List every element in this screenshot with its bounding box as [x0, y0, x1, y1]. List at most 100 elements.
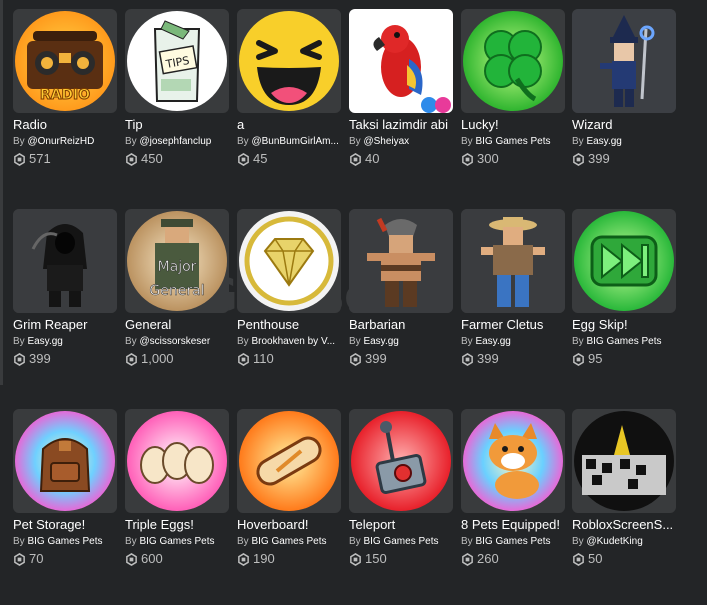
red-parrot-icon [349, 9, 453, 113]
wizard-avatar-icon [572, 9, 676, 113]
item-card[interactable]: Pet Storage! By BIG Games Pets 70 [13, 409, 119, 567]
item-card[interactable]: Penthouse By Brookhaven by V... 110 [237, 209, 343, 367]
item-thumbnail[interactable]: Major General [125, 209, 229, 313]
item-name[interactable]: RobloxScreenS... [572, 516, 676, 534]
item-creator[interactable]: By Easy.gg [13, 334, 117, 350]
item-name[interactable]: General [125, 316, 229, 334]
item-thumbnail[interactable]: TIPS [125, 9, 229, 113]
item-name[interactable]: Pet Storage! [13, 516, 117, 534]
item-price: 399 [349, 351, 455, 367]
item-creator[interactable]: By Easy.gg [461, 334, 565, 350]
item-card[interactable]: RADIO Radio By @OnurReizHD 571 [13, 9, 119, 167]
item-thumbnail[interactable] [125, 409, 229, 513]
item-name[interactable]: Barbarian [349, 316, 453, 334]
item-card[interactable]: Major General General By @scissorskeser … [125, 209, 231, 367]
item-creator[interactable]: By Easy.gg [572, 134, 676, 150]
item-thumbnail[interactable] [461, 409, 565, 513]
item-card[interactable]: Egg Skip! By BIG Games Pets 95 [572, 209, 678, 367]
item-name[interactable]: a [237, 116, 341, 134]
item-thumbnail[interactable] [237, 209, 341, 313]
item-card[interactable]: RobloxScreenS... By @KudetKing 50 [572, 409, 678, 567]
item-thumbnail[interactable] [572, 9, 676, 113]
item-creator[interactable]: By Brookhaven by V... [237, 334, 341, 350]
item-thumbnail[interactable] [237, 9, 341, 113]
item-price: 95 [572, 351, 678, 367]
item-card[interactable]: Wizard By Easy.gg 399 [572, 9, 678, 167]
item-card[interactable]: a By @BunBumGirlAm... 45 [237, 9, 343, 167]
item-thumbnail[interactable] [13, 409, 117, 513]
item-creator[interactable]: By BIG Games Pets [349, 534, 453, 550]
item-thumbnail[interactable] [349, 409, 453, 513]
item-name[interactable]: Wizard [572, 116, 676, 134]
item-creator[interactable]: By @scissorskeser [125, 334, 229, 350]
item-thumbnail[interactable] [572, 409, 676, 513]
item-creator[interactable]: By @BunBumGirlAm... [237, 134, 341, 150]
item-creator[interactable]: By BIG Games Pets [461, 134, 565, 150]
robux-icon [462, 352, 473, 366]
item-creator[interactable]: By BIG Games Pets [237, 534, 341, 550]
diamond-icon [239, 211, 339, 311]
item-thumbnail[interactable] [349, 9, 453, 113]
item-name[interactable]: Radio [13, 116, 117, 134]
robux-icon [126, 552, 137, 566]
item-card[interactable]: 8 Pets Equipped! By BIG Games Pets 260 [461, 409, 567, 567]
item-creator[interactable]: By Easy.gg [349, 334, 453, 350]
item-name[interactable]: 8 Pets Equipped! [461, 516, 565, 534]
robux-icon [238, 152, 249, 166]
robux-icon [126, 352, 137, 366]
item-name[interactable]: Farmer Cletus [461, 316, 565, 334]
item-card[interactable]: Barbarian By Easy.gg 399 [349, 209, 455, 367]
robux-icon [573, 152, 584, 166]
item-creator[interactable]: By @KudetKing [572, 534, 676, 550]
item-card[interactable]: Grim Reaper By Easy.gg 399 [13, 209, 119, 367]
item-creator[interactable]: By BIG Games Pets [13, 534, 117, 550]
item-name[interactable]: Tip [125, 116, 229, 134]
item-thumbnail[interactable] [461, 209, 565, 313]
robux-icon [14, 552, 25, 566]
item-price: 70 [13, 551, 119, 567]
item-card[interactable]: Lucky! By BIG Games Pets 300 [461, 9, 567, 167]
item-creator[interactable]: By @josephfanclup [125, 134, 229, 150]
item-thumbnail[interactable]: RADIO [13, 9, 117, 113]
item-creator[interactable]: By @Sheiyax [349, 134, 453, 150]
item-thumbnail[interactable] [572, 209, 676, 313]
item-name[interactable]: Penthouse [237, 316, 341, 334]
item-card[interactable]: TIPS Tip By @josephfanclup 450 [125, 9, 231, 167]
item-name[interactable]: Taksi lazimdir abi [349, 116, 453, 134]
item-price: 40 [349, 151, 455, 167]
item-creator[interactable]: By BIG Games Pets [125, 534, 229, 550]
item-price: 45 [237, 151, 343, 167]
item-name[interactable]: Teleport [349, 516, 453, 534]
item-card[interactable]: Taksi lazimdir abi By @Sheiyax 40 [349, 9, 455, 167]
robux-icon [14, 152, 25, 166]
item-name[interactable]: Grim Reaper [13, 316, 117, 334]
fast-forward-icon [574, 211, 674, 311]
item-creator[interactable]: By @OnurReizHD [13, 134, 117, 150]
item-thumbnail[interactable] [349, 209, 453, 313]
item-name[interactable]: Lucky! [461, 116, 565, 134]
item-thumbnail[interactable] [13, 209, 117, 313]
item-card[interactable]: Farmer Cletus By Easy.gg 399 [461, 209, 567, 367]
barbarian-avatar-icon [349, 209, 453, 313]
item-creator[interactable]: By BIG Games Pets [572, 334, 676, 350]
item-creator[interactable]: By BIG Games Pets [461, 534, 565, 550]
robux-icon [350, 352, 361, 366]
teleport-joystick-icon [351, 411, 451, 511]
item-name[interactable]: Triple Eggs! [125, 516, 229, 534]
robux-icon [238, 352, 249, 366]
item-thumbnail[interactable] [237, 409, 341, 513]
item-name[interactable]: Egg Skip! [572, 316, 676, 334]
item-price: 50 [572, 551, 678, 567]
robux-icon [462, 152, 473, 166]
robux-icon [14, 352, 25, 366]
item-card[interactable]: Triple Eggs! By BIG Games Pets 600 [125, 409, 231, 567]
item-thumbnail[interactable] [461, 9, 565, 113]
item-price: 399 [572, 151, 678, 167]
item-price: 190 [237, 551, 343, 567]
item-price: 450 [125, 151, 231, 167]
item-name[interactable]: Hoverboard! [237, 516, 341, 534]
item-card[interactable]: Hoverboard! By BIG Games Pets 190 [237, 409, 343, 567]
three-eggs-icon [127, 411, 227, 511]
svg-text:General: General [149, 283, 204, 299]
item-card[interactable]: Teleport By BIG Games Pets 150 [349, 409, 455, 567]
